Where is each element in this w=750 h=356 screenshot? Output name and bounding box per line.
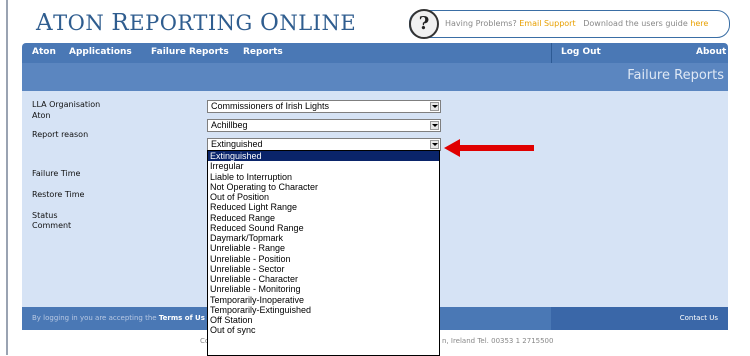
terms-of-use-link[interactable]: Terms of Us xyxy=(159,314,205,322)
dropdown-option[interactable]: Unreliable - Position xyxy=(208,254,439,264)
help-text: Having Problems? Email Support Download … xyxy=(445,19,709,28)
dropdown-option[interactable]: Irregular xyxy=(208,161,439,171)
contact-us-link[interactable]: Contact Us xyxy=(680,314,718,322)
footer-terms-text: By logging in you are accepting the Term… xyxy=(32,314,205,322)
failure-time-label: Failure Time xyxy=(32,169,81,178)
dropdown-option[interactable]: Temporarily-Extinguished xyxy=(208,305,439,315)
report-reason-label: Report reason xyxy=(32,130,89,139)
nav-aton[interactable]: Aton xyxy=(32,47,56,57)
site-logo: ATON REPORTING ONLINE xyxy=(36,10,357,36)
dropdown-option[interactable]: Unreliable - Character xyxy=(208,274,439,284)
nav-applications[interactable]: Applications xyxy=(69,47,132,57)
aton-select[interactable]: Achillbeg xyxy=(207,119,441,132)
nav-reports[interactable]: Reports xyxy=(243,47,283,57)
help-bar: ? Having Problems? Email Support Downloa… xyxy=(409,9,730,39)
main-nav: Aton Applications Failure Reports Report… xyxy=(22,43,728,63)
dropdown-option[interactable]: Unreliable - Monitoring xyxy=(208,284,439,294)
copyright-text-right: n, Ireland Tel. 00353 1 2715500 xyxy=(442,337,554,345)
dropdown-option[interactable]: Reduced Sound Range xyxy=(208,223,439,233)
dropdown-option[interactable]: Reduced Range xyxy=(208,213,439,223)
help-question-icon: ? xyxy=(409,9,439,39)
users-guide-link[interactable]: here xyxy=(690,19,708,28)
lla-organisation-label: LLA Organisation xyxy=(32,100,101,109)
page-banner: Failure Reports xyxy=(22,63,728,91)
aton-label: Aton xyxy=(32,111,51,120)
status-label: Status xyxy=(32,211,58,220)
dropdown-option[interactable]: Out of Position xyxy=(208,192,439,202)
email-support-link[interactable]: Email Support xyxy=(519,19,575,28)
chevron-down-icon xyxy=(430,102,439,111)
restore-time-label: Restore Time xyxy=(32,190,85,199)
lla-organisation-select[interactable]: Commissioners of Irish Lights xyxy=(207,100,441,113)
dropdown-option[interactable]: Not Operating to Character xyxy=(208,182,439,192)
dropdown-option[interactable]: Daymark/Topmark xyxy=(208,233,439,243)
comment-label: Comment xyxy=(32,221,72,230)
dropdown-option[interactable]: Extinguished xyxy=(208,151,439,162)
dropdown-option[interactable]: Liable to Interruption xyxy=(208,172,439,182)
page-title: Failure Reports xyxy=(627,68,724,83)
window-frame xyxy=(6,0,8,355)
dropdown-option[interactable]: Unreliable - Sector xyxy=(208,264,439,274)
nav-divider xyxy=(551,43,552,63)
report-reason-dropdown-list[interactable]: Extinguished Irregular Liable to Interrupt… xyxy=(207,150,440,356)
chevron-down-icon xyxy=(430,140,439,149)
dropdown-option[interactable]: Off Station xyxy=(208,315,439,325)
nav-log-out[interactable]: Log Out xyxy=(561,47,601,57)
chevron-down-icon xyxy=(430,121,439,130)
dropdown-option[interactable]: Unreliable - Range xyxy=(208,243,439,253)
dropdown-option[interactable]: Out of sync xyxy=(208,325,439,335)
nav-about[interactable]: About xyxy=(696,47,726,57)
dropdown-option[interactable]: Reduced Light Range xyxy=(208,202,439,212)
dropdown-option[interactable]: Temporarily-Inoperative xyxy=(208,295,439,305)
nav-failure-reports[interactable]: Failure Reports xyxy=(151,47,229,57)
red-arrow-annotation xyxy=(444,139,534,157)
